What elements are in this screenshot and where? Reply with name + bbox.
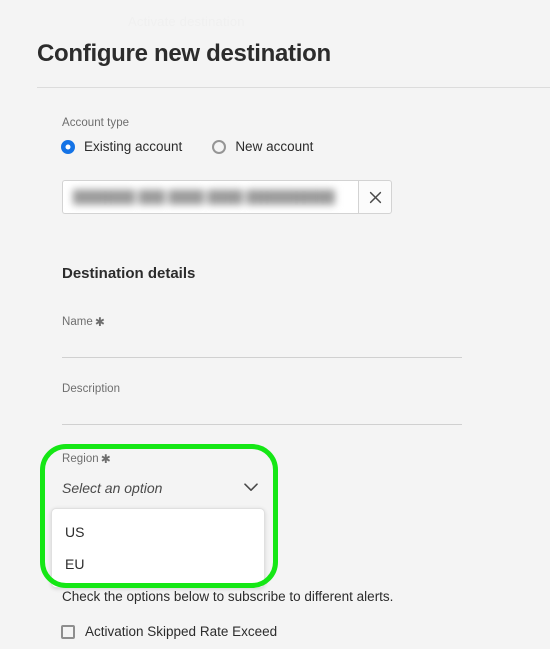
configure-destination-page: Activate destination Configure new desti… [0,0,550,649]
description-label: Description [62,383,121,395]
ghost-heading-text: Activate destination [128,14,245,29]
region-option-us[interactable]: US [52,516,264,548]
region-select[interactable]: Select an option [62,475,260,502]
description-field-group: Description [62,383,462,425]
alert-checkbox-activation-skipped-rate-exceed[interactable]: Activation Skipped Rate Exceed [61,624,277,639]
required-asterisk-icon: ✱ [100,452,111,466]
destination-details-heading: Destination details [62,265,196,282]
account-input-value: ███████ ███ ████ ████ ██████████ [73,190,335,204]
alert-checkbox-label: Activation Skipped Rate Exceed [85,624,278,639]
radio-existing-account-label: Existing account [84,139,183,154]
alerts-description: Check the options below to subscribe to … [62,589,394,604]
checkbox-unchecked-icon [61,624,75,639]
account-input[interactable]: ███████ ███ ████ ████ ██████████ [62,180,358,214]
region-selected-value: Select an option [62,480,163,496]
page-title: Configure new destination [37,40,331,67]
region-dropdown-menu: US EU [51,508,265,588]
title-divider [37,87,550,88]
name-input[interactable] [62,328,462,358]
required-asterisk-icon: ✱ [94,315,105,329]
close-icon [369,191,382,204]
region-label: Region ✱ [62,452,111,466]
region-option-eu[interactable]: EU [52,548,264,580]
account-type-label: Account type [62,117,130,129]
radio-selected-icon [61,139,75,154]
radio-new-account-label: New account [235,139,314,154]
chevron-down-icon [244,479,258,497]
name-label: Name ✱ [62,315,105,329]
region-field-group: Region ✱ Select an option [62,451,262,502]
description-input[interactable] [62,395,462,425]
name-field-group: Name ✱ [62,314,462,358]
account-picker: ███████ ███ ████ ████ ██████████ [62,180,392,214]
clear-account-button[interactable] [358,180,392,214]
radio-unselected-icon [212,139,227,154]
radio-new-account[interactable]: New account [212,139,313,154]
account-type-radio-group: Existing account New account [61,139,313,154]
radio-existing-account[interactable]: Existing account [61,139,182,154]
